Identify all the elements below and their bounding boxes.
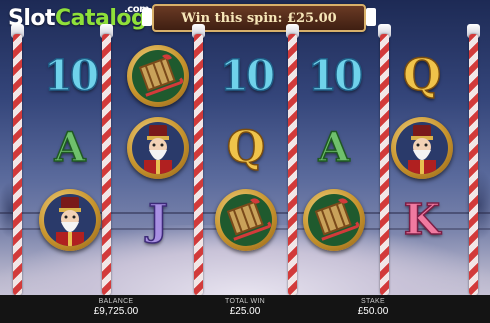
watermark-logo: SlotCatalog .com bbox=[8, 4, 150, 31]
symbol-label: K bbox=[403, 195, 441, 244]
symbol-a: A bbox=[26, 112, 114, 184]
balance-label: BALANCE bbox=[98, 298, 134, 305]
win-banner-text: Win this spin: £25.00 bbox=[181, 10, 337, 26]
symbol-a: A bbox=[290, 112, 378, 184]
candy-pole bbox=[13, 34, 22, 295]
stake-label: STAKE bbox=[361, 298, 385, 305]
symbol-10: 10 bbox=[202, 40, 290, 112]
symbol-q: Q bbox=[202, 112, 290, 184]
nutcracker-icon bbox=[39, 189, 101, 251]
nutcracker-symbol bbox=[114, 112, 202, 184]
sleigh-icon bbox=[127, 45, 189, 107]
symbol-label: Q bbox=[402, 50, 442, 101]
sleigh-icon bbox=[215, 189, 277, 251]
symbol-10: 10 bbox=[290, 40, 378, 112]
symbol-label: 10 bbox=[219, 51, 276, 100]
total-win-display: TOTAL WIN £25.00 bbox=[195, 298, 295, 317]
symbol-10: 10 bbox=[26, 40, 114, 112]
game-screen: SlotCatalog .com Win this spin: £25.00 1… bbox=[0, 0, 490, 323]
sleigh-symbol bbox=[114, 40, 202, 112]
win-banner: Win this spin: £25.00 bbox=[142, 4, 376, 32]
nutcracker-icon bbox=[127, 117, 189, 179]
total-win-label: TOTAL WIN bbox=[225, 298, 265, 305]
pole-cap-icon bbox=[366, 8, 376, 26]
symbol-q: Q bbox=[378, 40, 466, 112]
stake-display[interactable]: STAKE £50.00 bbox=[323, 298, 423, 317]
symbol-label: 10 bbox=[307, 51, 364, 100]
balance-display: BALANCE £9,725.00 bbox=[66, 298, 166, 317]
symbol-label: A bbox=[318, 124, 351, 171]
symbol-label: 10 bbox=[43, 51, 100, 100]
symbol-label: A bbox=[54, 124, 87, 171]
nutcracker-icon bbox=[391, 117, 453, 179]
symbol-k: K bbox=[378, 184, 466, 256]
symbol-j: J bbox=[114, 184, 202, 256]
balance-value: £9,725.00 bbox=[93, 306, 139, 317]
symbol-label: J bbox=[147, 195, 168, 244]
symbol-label: Q bbox=[226, 122, 266, 173]
sleigh-symbol bbox=[202, 184, 290, 256]
sleigh-symbol bbox=[290, 184, 378, 256]
reel-grid: 10 10 10 Q A Q A J K bbox=[26, 40, 466, 256]
candy-pole bbox=[469, 34, 478, 295]
total-win-value: £25.00 bbox=[229, 306, 261, 317]
bottom-bar: BALANCE £9,725.00 TOTAL WIN £25.00 STAKE… bbox=[0, 295, 490, 323]
pole-cap-icon bbox=[142, 8, 152, 26]
sleigh-icon bbox=[303, 189, 365, 251]
nutcracker-symbol bbox=[26, 184, 114, 256]
stake-value: £50.00 bbox=[357, 306, 389, 317]
nutcracker-symbol bbox=[378, 112, 466, 184]
